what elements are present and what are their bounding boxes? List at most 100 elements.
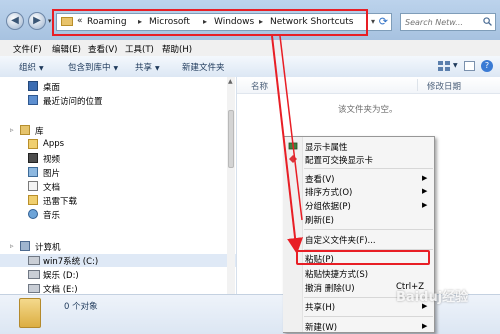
- ctx-refresh[interactable]: 刷新(E): [284, 213, 434, 226]
- expand-icon[interactable]: ▹: [10, 126, 14, 134]
- address-dropdown-icon[interactable]: ▾: [371, 17, 375, 26]
- ctx-sort-by[interactable]: 排序方式(O) ▶: [284, 185, 434, 198]
- folder-icon: [28, 139, 38, 149]
- command-bar: 组织 ▼ 包含到库中 ▼ 共享 ▼ 新建文件夹 ▼ ?: [0, 56, 500, 78]
- include-in-library-button[interactable]: 包含到库中 ▼: [68, 61, 118, 73]
- ctx-label: 粘贴快捷方式(S): [305, 270, 369, 280]
- scroll-up-icon[interactable]: ▲: [228, 78, 233, 85]
- videos-icon: [28, 153, 38, 163]
- libraries-icon: [20, 125, 30, 135]
- nav-item-libraries[interactable]: ▹ 库: [0, 124, 236, 137]
- menu-view[interactable]: 查看(V): [88, 43, 117, 55]
- new-folder-button[interactable]: 新建文件夹: [182, 61, 225, 73]
- nav-item-apps[interactable]: Apps: [0, 138, 236, 151]
- ctx-label: 撤消 删除(U): [305, 284, 355, 294]
- computer-icon: [20, 241, 30, 251]
- recent-places-icon: [28, 95, 38, 105]
- nav-item-label: Apps: [43, 139, 65, 149]
- nav-item-label: 视频: [43, 155, 61, 165]
- nav-item-computer[interactable]: ▹ 计算机: [0, 240, 236, 253]
- column-divider[interactable]: [417, 79, 418, 91]
- nav-scrollbar-thumb[interactable]: [228, 110, 234, 168]
- ctx-new[interactable]: 新建(W) ▶: [284, 320, 434, 333]
- ctx-switchable-graphics[interactable]: 配置可交换显示卡: [284, 153, 434, 166]
- ctx-paste-shortcut[interactable]: 粘贴快捷方式(S): [284, 267, 434, 280]
- nav-item-thunder-downloads[interactable]: 迅雷下载: [0, 194, 236, 207]
- search-input[interactable]: [405, 16, 479, 28]
- share-button[interactable]: 共享 ▼: [135, 61, 160, 73]
- ctx-label: 共享(H): [305, 303, 336, 313]
- menu-separator: [304, 316, 433, 317]
- refresh-icon[interactable]: ⟳: [379, 15, 388, 28]
- menu-bar: 文件(F) 编辑(E) 查看(V) 工具(T) 帮助(H): [0, 40, 500, 57]
- menu-edit[interactable]: 编辑(E): [52, 43, 81, 55]
- ctx-customize-folder[interactable]: 自定义文件夹(F)...: [284, 233, 434, 246]
- annotation-box: [52, 9, 368, 36]
- nav-item-drive-c[interactable]: win7系统 (C:): [0, 254, 236, 267]
- title-bar: ◀ ▶ ▾ « Roaming ▸ Microsoft ▸ Windows ▸ …: [0, 0, 500, 41]
- nav-item-label: win7系统 (C:): [43, 257, 99, 267]
- annotation-box: [296, 250, 430, 265]
- menu-separator: [304, 168, 433, 169]
- menu-file[interactable]: 文件(F): [13, 43, 42, 55]
- nav-item-pictures[interactable]: 图片: [0, 166, 236, 179]
- drive-icon: [28, 256, 40, 265]
- menu-help[interactable]: 帮助(H): [162, 43, 192, 55]
- nav-item-desktop[interactable]: 桌面: [0, 80, 236, 93]
- nav-item-label: 娱乐 (D:): [43, 271, 79, 281]
- view-dropdown-icon[interactable]: ▼: [453, 62, 458, 69]
- desktop-icon: [28, 81, 38, 91]
- ctx-label: 排序方式(O): [305, 188, 353, 198]
- back-button[interactable]: ◀: [6, 12, 24, 30]
- search-box[interactable]: [400, 13, 496, 31]
- documents-icon: [28, 181, 38, 191]
- nav-item-drive-d[interactable]: 娱乐 (D:): [0, 268, 236, 281]
- organize-button[interactable]: 组织 ▼: [19, 61, 44, 73]
- nav-item-label: 文档: [43, 183, 61, 193]
- nav-item-label: 最近访问的位置: [43, 97, 103, 107]
- nav-item-label: 迅雷下载: [43, 197, 78, 207]
- drive-icon: [28, 270, 40, 279]
- ctx-group-by[interactable]: 分组依据(P) ▶: [284, 199, 434, 212]
- preview-pane-icon[interactable]: [464, 61, 475, 71]
- item-count: 0 个对象: [64, 302, 98, 312]
- dropdown-arrow-icon: ▼: [39, 65, 44, 72]
- expand-icon[interactable]: ▹: [10, 242, 14, 250]
- display-card-icon: [288, 142, 298, 150]
- ctx-label: 新建(W): [305, 323, 338, 333]
- ctx-view[interactable]: 查看(V) ▶: [284, 172, 434, 185]
- nav-item-label: 库: [35, 127, 44, 137]
- nav-item-videos[interactable]: 视频: [0, 152, 236, 165]
- ctx-label: 分组依据(P): [305, 202, 351, 212]
- pictures-icon: [28, 167, 38, 177]
- dropdown-arrow-icon: ▼: [155, 65, 160, 72]
- forward-button[interactable]: ▶: [28, 12, 46, 30]
- ctx-label: 配置可交换显示卡: [305, 156, 374, 166]
- nav-item-music[interactable]: 音乐: [0, 208, 236, 221]
- ctx-display-card-properties[interactable]: 显示卡属性: [284, 140, 434, 153]
- search-icon[interactable]: [483, 17, 492, 26]
- column-name[interactable]: 名称: [251, 80, 268, 92]
- nav-item-label: 音乐: [43, 211, 61, 221]
- change-view-icon[interactable]: [438, 61, 450, 71]
- nav-item-label: 计算机: [35, 243, 61, 253]
- submenu-arrow-icon: ▶: [422, 174, 428, 182]
- menu-tools[interactable]: 工具(T): [125, 43, 154, 55]
- nav-item-documents[interactable]: 文档: [0, 180, 236, 193]
- menu-separator: [304, 229, 433, 230]
- ctx-label: 刷新(E): [305, 216, 335, 226]
- switchable-graphics-icon: [289, 155, 297, 163]
- help-icon[interactable]: ?: [481, 60, 493, 72]
- ctx-label: 显示卡属性: [305, 143, 348, 153]
- watermark: Baiduj经验: [396, 290, 469, 305]
- music-icon: [28, 209, 38, 219]
- submenu-arrow-icon: ▶: [422, 322, 428, 330]
- nav-item-label: 图片: [43, 169, 61, 179]
- empty-folder-message: 该文件夹为空。: [338, 105, 398, 115]
- column-date-modified[interactable]: 修改日期: [427, 80, 461, 92]
- nav-item-label: 桌面: [43, 83, 61, 93]
- folder-icon: [28, 195, 38, 205]
- column-header: 名称 修改日期: [237, 77, 500, 94]
- nav-item-recent-places[interactable]: 最近访问的位置: [0, 94, 236, 107]
- drive-icon: [28, 284, 40, 293]
